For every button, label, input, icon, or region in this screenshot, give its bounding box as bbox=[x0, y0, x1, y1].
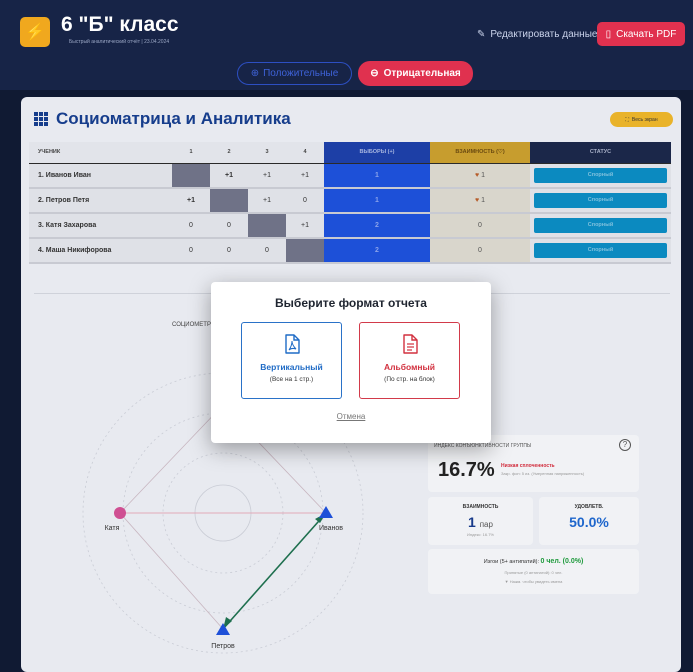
landscape-format-button[interactable]: Альбомный (По стр. на блок) bbox=[359, 322, 460, 399]
landscape-format-sub: (По стр. на блок) bbox=[384, 376, 435, 383]
text-file-icon bbox=[403, 334, 418, 354]
vertical-format-title: Вертикальный bbox=[260, 362, 323, 372]
report-format-modal: Выберите формат отчета Вертикальный (Все… bbox=[211, 282, 491, 443]
cancel-link[interactable]: Отмена bbox=[211, 412, 491, 421]
modal-title: Выберите формат отчета bbox=[275, 296, 427, 310]
vertical-format-sub: (Все на 1 стр.) bbox=[269, 376, 314, 383]
vertical-format-button[interactable]: Вертикальный (Все на 1 стр.) bbox=[241, 322, 342, 399]
pdf-file-icon bbox=[285, 334, 300, 354]
landscape-format-title: Альбомный bbox=[384, 362, 435, 372]
